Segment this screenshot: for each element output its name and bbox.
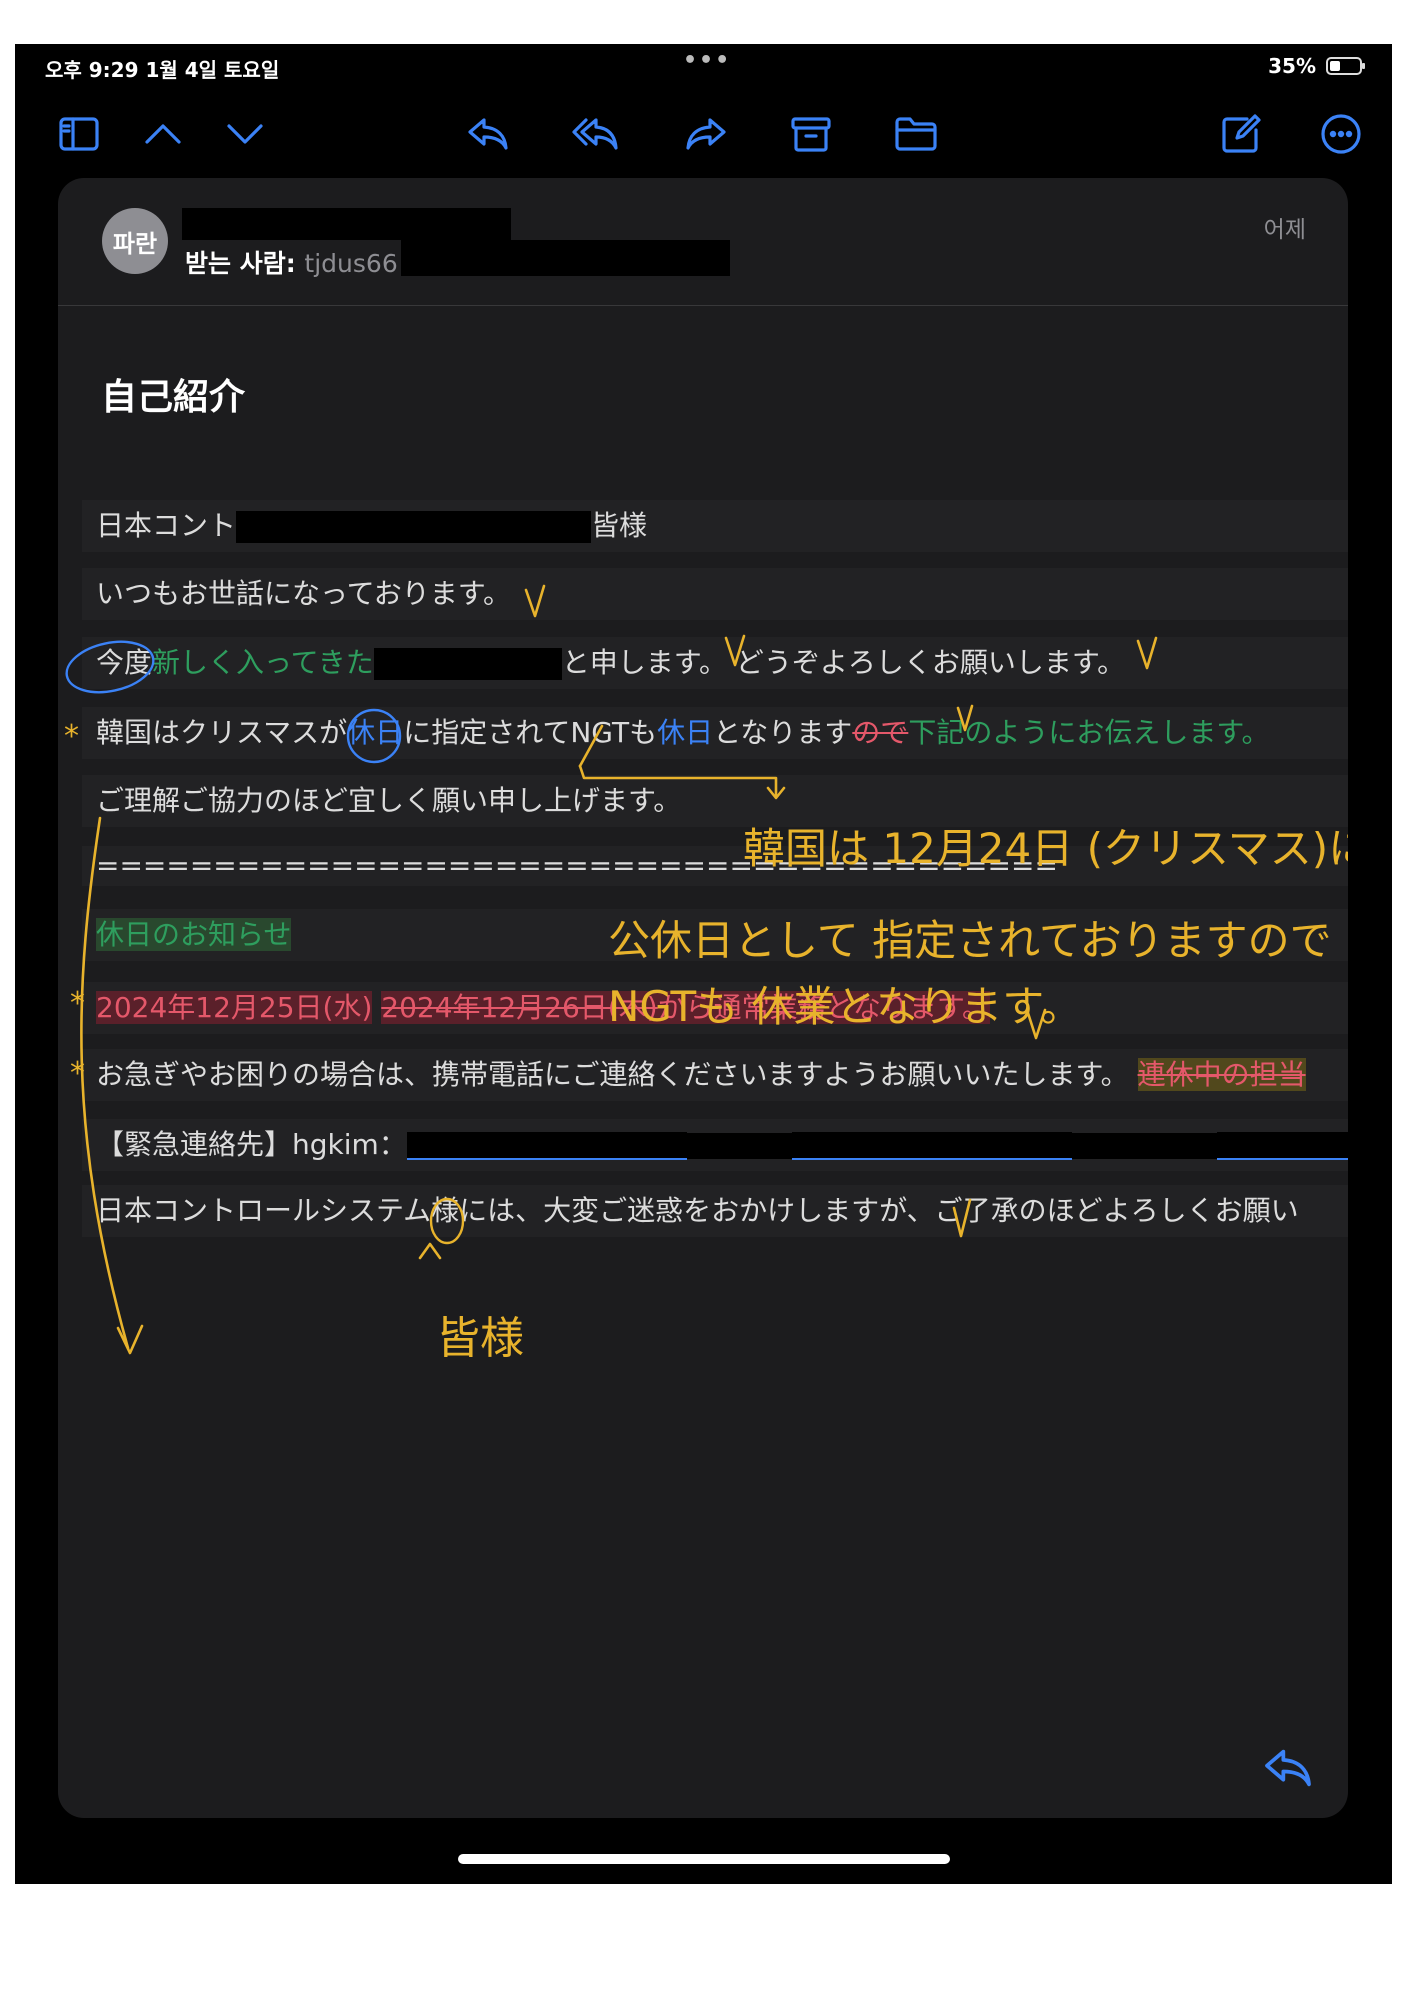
recipient-label: 받는 사람: (185, 249, 296, 278)
forward-button[interactable] (678, 106, 734, 162)
forward-icon (686, 118, 726, 150)
body-line-7: 休日のお知らせ (82, 909, 1348, 961)
body-line-8: 2024年12月25日(水) 2024年12月26日(木)から通常業務となります… (82, 982, 1348, 1034)
next-message-button[interactable] (217, 106, 273, 162)
body-line-2: いつもお世話になっております。 (82, 568, 1348, 620)
line1-text-b: 皆様 (591, 509, 648, 542)
status-bar: 오후 9:29 1월 4일 토요일 ••• 35% (15, 44, 1392, 89)
sidebar-icon (59, 117, 99, 151)
line3-text-c: と申します。 (561, 646, 727, 679)
body-line-4: 韓国はクリスマスが休日に指定されてNGTも休日となりますので下記のようにお伝えし… (82, 707, 1348, 759)
body-line-11: 日本コントロールシステム様には、大変ご迷惑をおかけしますが、ご了承のほどよろしく… (82, 1185, 1348, 1237)
recipient-address: tjdus66 (304, 249, 398, 278)
redacted-recipient (401, 240, 730, 276)
line4-text-f: ので (852, 716, 909, 749)
body-line-10: 【緊急連絡先】hgkim： (82, 1119, 1348, 1171)
redacted-phone-2[interactable] (791, 1132, 1072, 1160)
redacted-company (236, 511, 592, 543)
battery-indicator: 35% (1268, 54, 1365, 78)
bottom-reply-button[interactable] (1260, 1740, 1316, 1796)
body-line-5: ご理解ご協力のほど宜しく願い申し上げます。 (82, 775, 1348, 827)
line8-text-c: から通常業務となります。 (657, 991, 991, 1024)
reply-icon (1265, 1749, 1311, 1787)
folder-icon (895, 117, 937, 151)
home-indicator[interactable] (458, 1854, 950, 1864)
compose-icon (1222, 114, 1261, 153)
line10-text-a: 【緊急連絡先】hgkim： (96, 1128, 407, 1161)
previous-message-button[interactable] (135, 106, 191, 162)
redacted-phone-1[interactable] (406, 1132, 687, 1160)
move-to-folder-button[interactable] (888, 106, 944, 162)
line7-text: 休日のお知らせ (96, 918, 292, 951)
redacted-phone-3[interactable] (1216, 1132, 1348, 1160)
line8-text-b: 2024年12月26日(木) (381, 991, 658, 1024)
line3-text-a: 今度 (96, 646, 153, 679)
star-mark-1: * (64, 719, 79, 754)
email-subject: 自己紹介 (101, 377, 246, 418)
line8-text-a: 2024年12月25日(水) (96, 991, 373, 1024)
battery-icon (1326, 57, 1365, 75)
body-line-1: 日本コント 皆様 (82, 500, 1348, 552)
ipad-screen: 오후 9:29 1월 4일 토요일 ••• 35% 파란 받는 사람: tjdu… (15, 44, 1392, 1884)
body-line-3: 今度新しく入ってきた と申します。 どうぞよろしくお願いします。 (82, 637, 1348, 689)
line4-text-c: に指定されてNGTも (403, 716, 658, 749)
email-card: 파란 받는 사람: tjdus66 어제 自己紹介 日本コント 皆様 いつもお世話… (58, 178, 1348, 1818)
more-icon (1321, 114, 1361, 154)
archive-icon (791, 117, 831, 152)
chevron-up-icon (145, 124, 181, 144)
reply-all-icon (572, 118, 618, 150)
redacted-text-2 (1071, 1133, 1217, 1159)
line4-text-b: 休日 (347, 716, 404, 749)
line4-text-d: 休日 (657, 716, 714, 749)
sidebar-toggle-button[interactable] (51, 106, 107, 162)
line1-text-a: 日本コント (96, 509, 237, 542)
sender-avatar[interactable]: 파란 (102, 208, 168, 274)
body-line-9: お急ぎやお困りの場合は、携帯電話にご連絡くださいますようお願いいたします。 連休… (82, 1049, 1348, 1101)
line3-text-b: 新しく入ってきた (152, 646, 374, 679)
recipient-line[interactable]: 받는 사람: tjdus66 (185, 244, 398, 280)
body-line-6: ========================================… (82, 846, 1348, 886)
email-date: 어제 (1263, 217, 1306, 243)
line3-text-d: どうぞよろしくお願いします。 (735, 646, 1126, 679)
reply-icon (468, 118, 508, 150)
redacted-text (686, 1133, 792, 1159)
line4-text-e: となります (713, 716, 853, 749)
header-divider (58, 305, 1348, 306)
annotation-samama: 皆様 (436, 1313, 524, 1364)
compose-button[interactable] (1213, 106, 1269, 162)
line4-text-a: 韓国はクリスマスが (96, 716, 348, 749)
battery-percent: 35% (1268, 54, 1316, 78)
line4-text-g: 下記のようにお伝えします。 (908, 716, 1270, 749)
reply-button[interactable] (460, 106, 516, 162)
line9-text-b: 連休中の担当 (1137, 1058, 1306, 1091)
more-button[interactable] (1313, 106, 1369, 162)
redacted-sender-name (182, 208, 511, 240)
chevron-down-icon (227, 124, 263, 144)
redacted-name (373, 648, 562, 680)
status-time: 오후 9:29 1월 4일 토요일 (45, 58, 280, 82)
archive-button[interactable] (783, 106, 839, 162)
reply-all-button[interactable] (568, 106, 624, 162)
line9-text-a: お急ぎやお困りの場合は、携帯電話にご連絡くださいますようお願いいたします。 (96, 1058, 1129, 1091)
multitask-dots[interactable]: ••• (683, 48, 731, 73)
